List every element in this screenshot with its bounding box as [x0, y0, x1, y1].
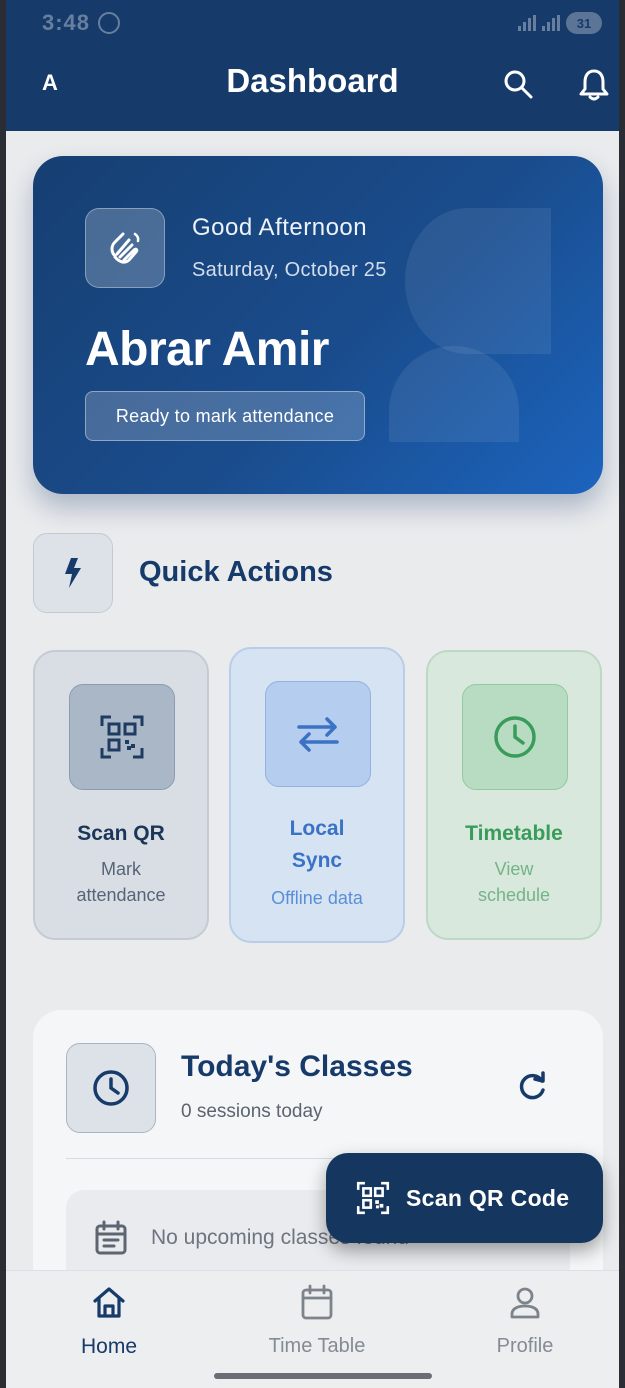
classes-icon-box	[66, 1043, 156, 1133]
signal-icon	[518, 15, 536, 31]
scan-qr-icon-box	[69, 684, 175, 790]
date-text: Saturday, October 25	[192, 259, 387, 281]
fab-label: Scan QR Code	[406, 1184, 570, 1211]
status-icons: 31	[518, 12, 602, 34]
lightning-icon	[65, 558, 81, 588]
qr-scan-icon	[356, 1181, 390, 1215]
top-bar: 3:48 31 A Dashboard	[6, 0, 619, 131]
local-sync-card[interactable]: Local Sync Offline data	[229, 647, 405, 943]
scan-qr-fab[interactable]: Scan QR Code	[326, 1153, 603, 1243]
local-sync-icon-box	[265, 681, 371, 787]
signal-icon-2	[542, 15, 560, 31]
qr-scan-icon	[100, 715, 144, 759]
search-icon[interactable]	[502, 68, 534, 100]
bell-icon[interactable]	[578, 68, 610, 102]
scan-qr-card[interactable]: Scan QR Mark attendance	[33, 650, 209, 940]
nav-time-table-label: Time Table	[268, 1335, 366, 1357]
status-time: 3:48	[42, 10, 91, 35]
title-line: Sync	[291, 849, 343, 872]
title-line: Local	[289, 817, 345, 840]
bottom-nav: Home Time Table Profile	[6, 1270, 619, 1388]
local-sync-subtitle: Offline data	[271, 888, 363, 908]
scan-qr-title: Scan QR	[77, 822, 165, 845]
nav-time-table[interactable]: Time Table	[242, 1283, 392, 1358]
greeting-text: Good Afternoon	[192, 214, 368, 241]
battery-icon: 31	[566, 12, 602, 34]
timetable-icon-box	[462, 684, 568, 790]
timetable-subtitle: View schedule	[428, 856, 600, 908]
clock-icon	[93, 1070, 129, 1106]
subtitle-line: Mark	[101, 859, 141, 879]
sync-arrows-icon	[297, 717, 339, 752]
decor-shape	[405, 208, 551, 354]
home-icon	[93, 1287, 125, 1318]
greeting-card: Good Afternoon Saturday, October 25 Abra…	[33, 156, 603, 494]
calendar-icon	[301, 1284, 333, 1320]
timetable-title: Timetable	[465, 822, 563, 845]
nav-home-label: Home	[80, 1335, 138, 1358]
quick-actions-badge	[33, 533, 113, 613]
scan-qr-subtitle: Mark attendance	[35, 856, 207, 908]
calendar-icon	[95, 1220, 127, 1255]
waving-hand-icon	[110, 232, 140, 264]
nav-profile-label: Profile	[496, 1335, 554, 1357]
subtitle-line: attendance	[76, 885, 166, 905]
classes-subtitle: 0 sessions today	[181, 1101, 323, 1122]
attendance-status-chip: Ready to mark attendance	[85, 391, 365, 441]
decor-shape	[389, 346, 519, 442]
nav-profile[interactable]: Profile	[450, 1283, 600, 1358]
timetable-card[interactable]: Timetable View schedule	[426, 650, 602, 940]
section-title: Quick Actions	[139, 556, 333, 588]
user-name: Abrar Amir	[85, 323, 329, 376]
home-indicator[interactable]	[214, 1373, 432, 1379]
subtitle-line: View	[494, 859, 534, 879]
classes-title: Today's Classes	[181, 1050, 413, 1083]
subtitle-line: schedule	[477, 885, 551, 905]
whatsapp-icon	[98, 12, 121, 34]
clock-icon	[494, 716, 536, 758]
app-screen: 3:48 31 A Dashboard Good Afternoon Satur…	[0, 0, 625, 1388]
refresh-icon[interactable]	[515, 1070, 549, 1104]
person-icon	[510, 1287, 540, 1319]
wave-hand-badge	[85, 208, 165, 288]
status-bar: 3:48 31	[42, 8, 602, 38]
nav-home[interactable]: Home	[34, 1283, 184, 1359]
local-sync-title: Local Sync	[231, 813, 403, 877]
